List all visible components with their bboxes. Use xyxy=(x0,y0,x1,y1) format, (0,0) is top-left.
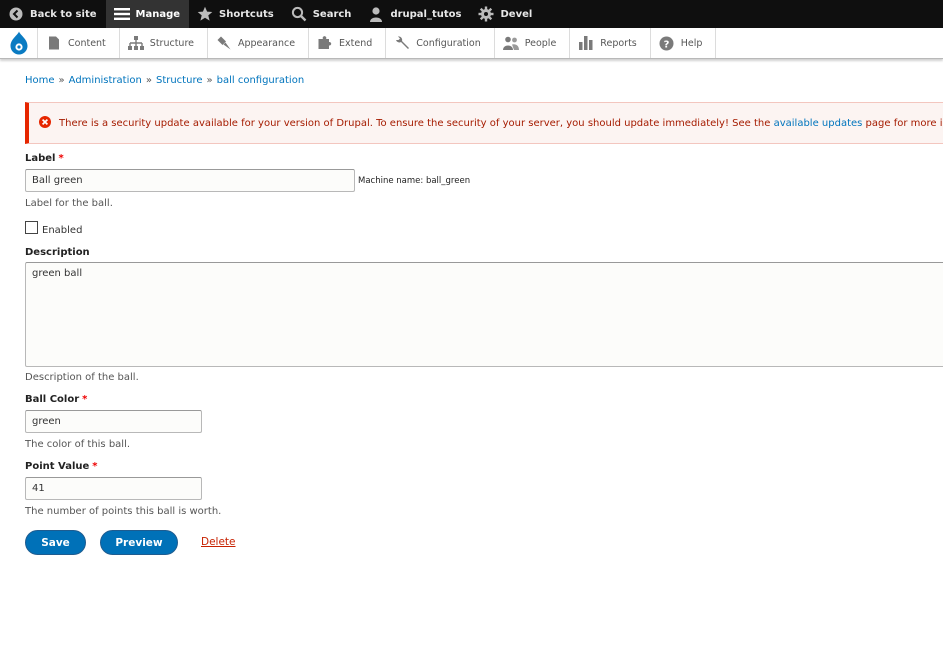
devel-label: Devel xyxy=(500,8,533,20)
tray-item-label: Configuration xyxy=(416,37,481,49)
user-tab[interactable]: drupal_tutos xyxy=(360,0,470,28)
required-marker: * xyxy=(58,153,64,164)
devel-tab[interactable]: Devel xyxy=(470,0,541,28)
wrench-icon xyxy=(394,35,410,51)
shortcuts-label: Shortcuts xyxy=(219,8,274,20)
ball-color-description: The color of this ball. xyxy=(25,439,131,450)
tray-item-content[interactable]: Content xyxy=(38,28,120,58)
security-error-message: There is a security update available for… xyxy=(25,102,943,144)
breadcrumb-separator: » xyxy=(58,75,65,86)
preview-button[interactable]: Preview xyxy=(100,530,178,555)
breadcrumb-ball-configuration[interactable]: ball configuration xyxy=(217,75,305,86)
bar-chart-icon xyxy=(578,35,594,51)
hierarchy-icon xyxy=(127,35,144,51)
required-marker: * xyxy=(92,461,98,472)
tray-item-extend[interactable]: Extend xyxy=(309,28,387,58)
back-to-site-label: Back to site xyxy=(30,8,97,20)
error-message-text: There is a security update available for… xyxy=(59,118,943,129)
hamburger-icon xyxy=(113,6,130,22)
drupal-logo-icon[interactable] xyxy=(0,28,38,58)
star-icon xyxy=(197,6,213,22)
tray-item-people[interactable]: People xyxy=(495,28,571,58)
point-value-input[interactable] xyxy=(25,477,202,500)
error-message-main: There is a security update available for… xyxy=(59,117,771,129)
tray-item-appearance[interactable]: Appearance xyxy=(208,28,310,58)
description-field-title: Description xyxy=(25,247,90,258)
description-textarea[interactable]: green ball xyxy=(25,262,943,367)
description-help: Description of the ball. xyxy=(25,372,139,383)
breadcrumb-administration[interactable]: Administration xyxy=(69,75,142,86)
shortcuts-tab[interactable]: Shortcuts xyxy=(189,0,283,28)
ball-color-input[interactable] xyxy=(25,410,202,433)
admin-tray: Content Structure Appearance Extend Conf… xyxy=(0,28,943,59)
ball-color-title-text: Ball Color xyxy=(25,394,80,405)
back-arrow-icon xyxy=(8,6,24,22)
user-label: drupal_tutos xyxy=(390,8,462,20)
error-message-tail: page for more information. xyxy=(865,117,943,129)
gear-icon xyxy=(478,6,494,22)
label-title-text: Label xyxy=(25,153,56,164)
point-value-description: The number of points this ball is worth. xyxy=(25,506,222,517)
tray-item-help[interactable]: ? Help xyxy=(651,28,717,58)
tray-item-label: Structure xyxy=(149,37,194,49)
puzzle-icon xyxy=(317,35,333,51)
manage-tab[interactable]: Manage xyxy=(105,0,190,28)
label-field-title: Label * xyxy=(25,153,64,164)
tray-item-label: Help xyxy=(680,37,703,49)
svg-text:?: ? xyxy=(664,39,670,50)
ball-color-field-title: Ball Color * xyxy=(25,394,87,405)
breadcrumb: Home» Administration» Structure» ball confi… xyxy=(25,75,304,86)
tray-item-label: Content xyxy=(68,37,106,49)
required-marker: * xyxy=(82,394,88,405)
admin-toolbar: Back to site Manage Shortcuts Search dru… xyxy=(0,0,943,28)
tray-item-reports[interactable]: Reports xyxy=(570,28,651,58)
search-icon xyxy=(291,6,307,22)
label-input[interactable] xyxy=(25,169,355,192)
manage-label: Manage xyxy=(135,8,181,20)
tray-item-label: Appearance xyxy=(238,37,296,49)
point-value-title-text: Point Value xyxy=(25,461,90,472)
paint-brush-icon xyxy=(216,35,232,51)
enabled-checkbox-wrapper: Enabled xyxy=(25,219,82,236)
tray-item-label: Extend xyxy=(339,37,373,49)
help-icon: ? xyxy=(659,35,675,51)
tray-item-configuration[interactable]: Configuration xyxy=(386,28,495,58)
tray-item-label: People xyxy=(524,37,557,49)
back-to-site-link[interactable]: Back to site xyxy=(0,0,106,28)
error-icon xyxy=(39,115,51,131)
available-updates-link[interactable]: available updates xyxy=(774,118,863,129)
breadcrumb-home[interactable]: Home xyxy=(25,75,55,86)
breadcrumb-separator: » xyxy=(145,75,152,86)
machine-name-text: Machine name: ball_green xyxy=(358,176,471,186)
search-label: Search xyxy=(312,8,352,20)
tray-item-label: Reports xyxy=(600,37,637,49)
delete-link[interactable]: Delete xyxy=(201,536,236,548)
document-icon xyxy=(46,35,62,51)
people-icon xyxy=(502,35,519,51)
enabled-checkbox[interactable] xyxy=(25,221,38,234)
tray-item-structure[interactable]: Structure xyxy=(120,28,208,58)
enabled-label: Enabled xyxy=(42,225,83,236)
search-tab[interactable]: Search xyxy=(283,0,361,28)
user-icon xyxy=(368,6,384,22)
breadcrumb-structure[interactable]: Structure xyxy=(156,75,203,86)
point-value-field-title: Point Value * xyxy=(25,461,98,472)
save-button[interactable]: Save xyxy=(25,530,86,555)
breadcrumb-separator: » xyxy=(206,75,213,86)
label-description: Label for the ball. xyxy=(25,198,113,209)
